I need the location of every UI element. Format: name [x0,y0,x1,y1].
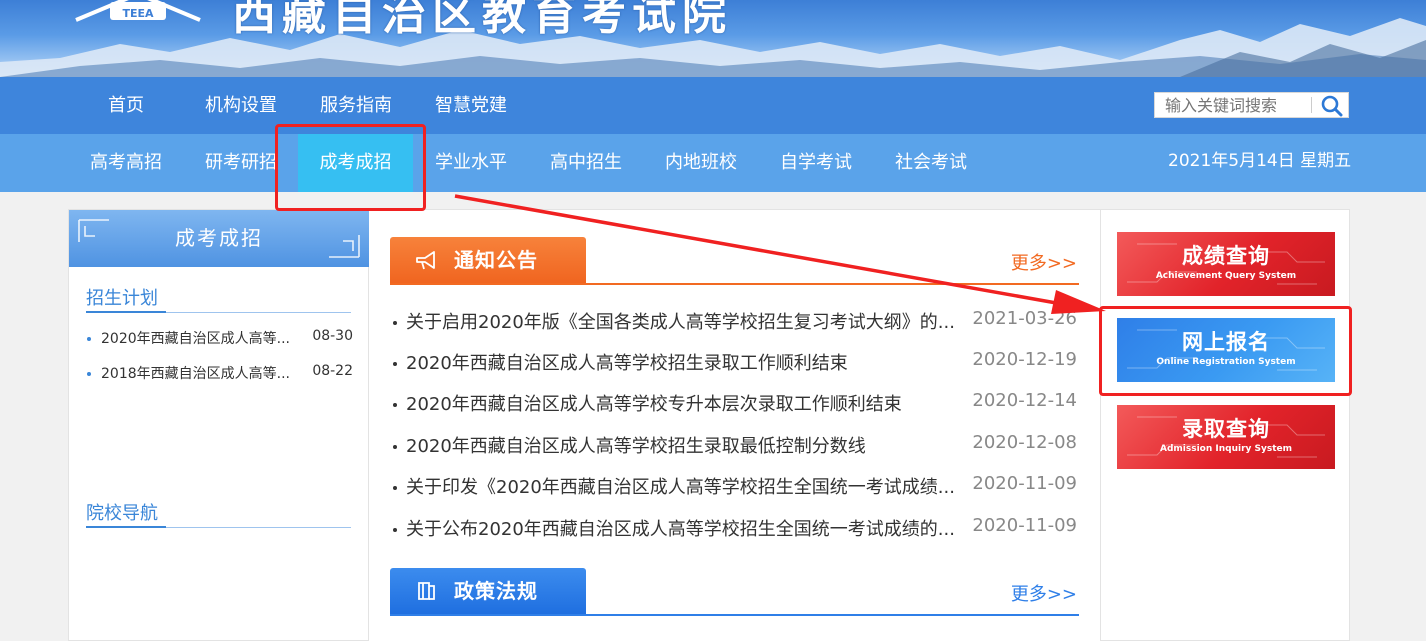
nav-home[interactable]: 首页 [108,77,144,134]
news-item[interactable]: 关于印发《2020年西藏自治区成人高等学校招生全国统一考试成绩... 2020-… [390,473,1079,503]
search-box [1154,92,1349,118]
policy-header: 政策法规 更多>> [390,568,1079,616]
news-item[interactable]: 2020年西藏自治区成人高等学校专升本层次录取工作顺利结束 2020-12-14 [390,390,1079,420]
bullet-icon [87,372,91,376]
bullet-icon [393,403,397,407]
admission-query-button[interactable]: 录取查询 Admission Inquiry System [1117,405,1335,469]
news-item[interactable]: 关于公布2020年西藏自治区成人高等学校招生全国统一考试成绩的... 2020-… [390,515,1079,545]
section-underline [86,526,351,528]
section-underline [86,311,351,313]
tab-academic-level[interactable]: 学业水平 [423,134,519,192]
notices-tab: 通知公告 [390,237,586,283]
document-icon [418,582,435,600]
sidebar-title: 成考成招 [175,226,263,250]
news-item[interactable]: 2020年西藏自治区成人高等学校招生录取最低控制分数线 2020-12-08 [390,432,1079,462]
list-item[interactable]: 2020年西藏自治区成人高等... 08-30 [87,328,353,350]
bullet-icon [393,362,397,366]
teea-logo-icon: TEEA [75,0,201,22]
section-title-enrollment-plan[interactable]: 招生计划 [86,284,158,310]
notices-rule [390,283,1079,285]
list-item[interactable]: 2018年西藏自治区成人高等... 08-22 [87,363,353,385]
site-title: 西藏自治区教育考试院 [232,0,732,40]
megaphone-icon [416,251,435,270]
nav-organization[interactable]: 机构设置 [205,77,277,134]
bullet-icon [393,528,397,532]
tab-high-school-admission[interactable]: 高中招生 [538,134,634,192]
notices-header: 通知公告 更多>> [390,237,1079,285]
tab-inland-classes[interactable]: 内地班校 [653,134,749,192]
bullet-icon [393,486,397,490]
main-content: 通知公告 更多>> 关于启用2020年版《全国各类成人高等学校招生复习考试大纲》… [369,209,1100,641]
svg-text:TEEA: TEEA [122,7,154,20]
site-banner: TEEA 西藏自治区教育考试院 [0,0,1426,77]
tab-gaokao[interactable]: 高考高招 [78,134,174,192]
quick-links-panel: 成绩查询 Achievement Query System 网上报名 Onlin… [1100,209,1350,641]
highlight-box-adult-exam-tab [275,124,426,211]
secondary-nav: 高考高招 研考研招 成考成招 学业水平 高中招生 内地班校 自学考试 社会考试 … [0,134,1426,192]
policy-rule [390,614,1079,616]
primary-nav: 首页 机构设置 服务指南 智慧党建 [0,77,1426,134]
search-divider [1311,97,1312,113]
policy-title: 政策法规 [454,579,538,603]
sidebar-header: 成考成招 [69,210,369,267]
highlight-box-online-registration [1099,306,1352,396]
left-sidebar: 成考成招 招生计划 2020年西藏自治区成人高等... 08-30 2018年西… [68,209,369,641]
tab-self-study-exam[interactable]: 自学考试 [768,134,864,192]
notices-title: 通知公告 [454,248,538,272]
notices-more-link[interactable]: 更多>> [1011,249,1077,275]
current-date: 2021年5月14日 星期五 [1168,151,1352,171]
bullet-icon [393,445,397,449]
search-button[interactable] [1315,93,1349,117]
section-title-school-navigation[interactable]: 院校导航 [86,499,158,525]
tab-social-exam[interactable]: 社会考试 [883,134,979,192]
search-icon [1321,95,1343,117]
search-input[interactable] [1155,93,1311,117]
policy-more-link[interactable]: 更多>> [1011,580,1077,606]
news-item[interactable]: 2020年西藏自治区成人高等学校招生录取工作顺利结束 2020-12-19 [390,349,1079,379]
policy-tab: 政策法规 [390,568,586,614]
bullet-icon [393,321,397,325]
score-query-button[interactable]: 成绩查询 Achievement Query System [1117,232,1335,296]
bullet-icon [87,337,91,341]
nav-party-building[interactable]: 智慧党建 [435,77,507,134]
news-item[interactable]: 关于启用2020年版《全国各类成人高等学校招生复习考试大纲》的... 2021-… [390,308,1079,338]
